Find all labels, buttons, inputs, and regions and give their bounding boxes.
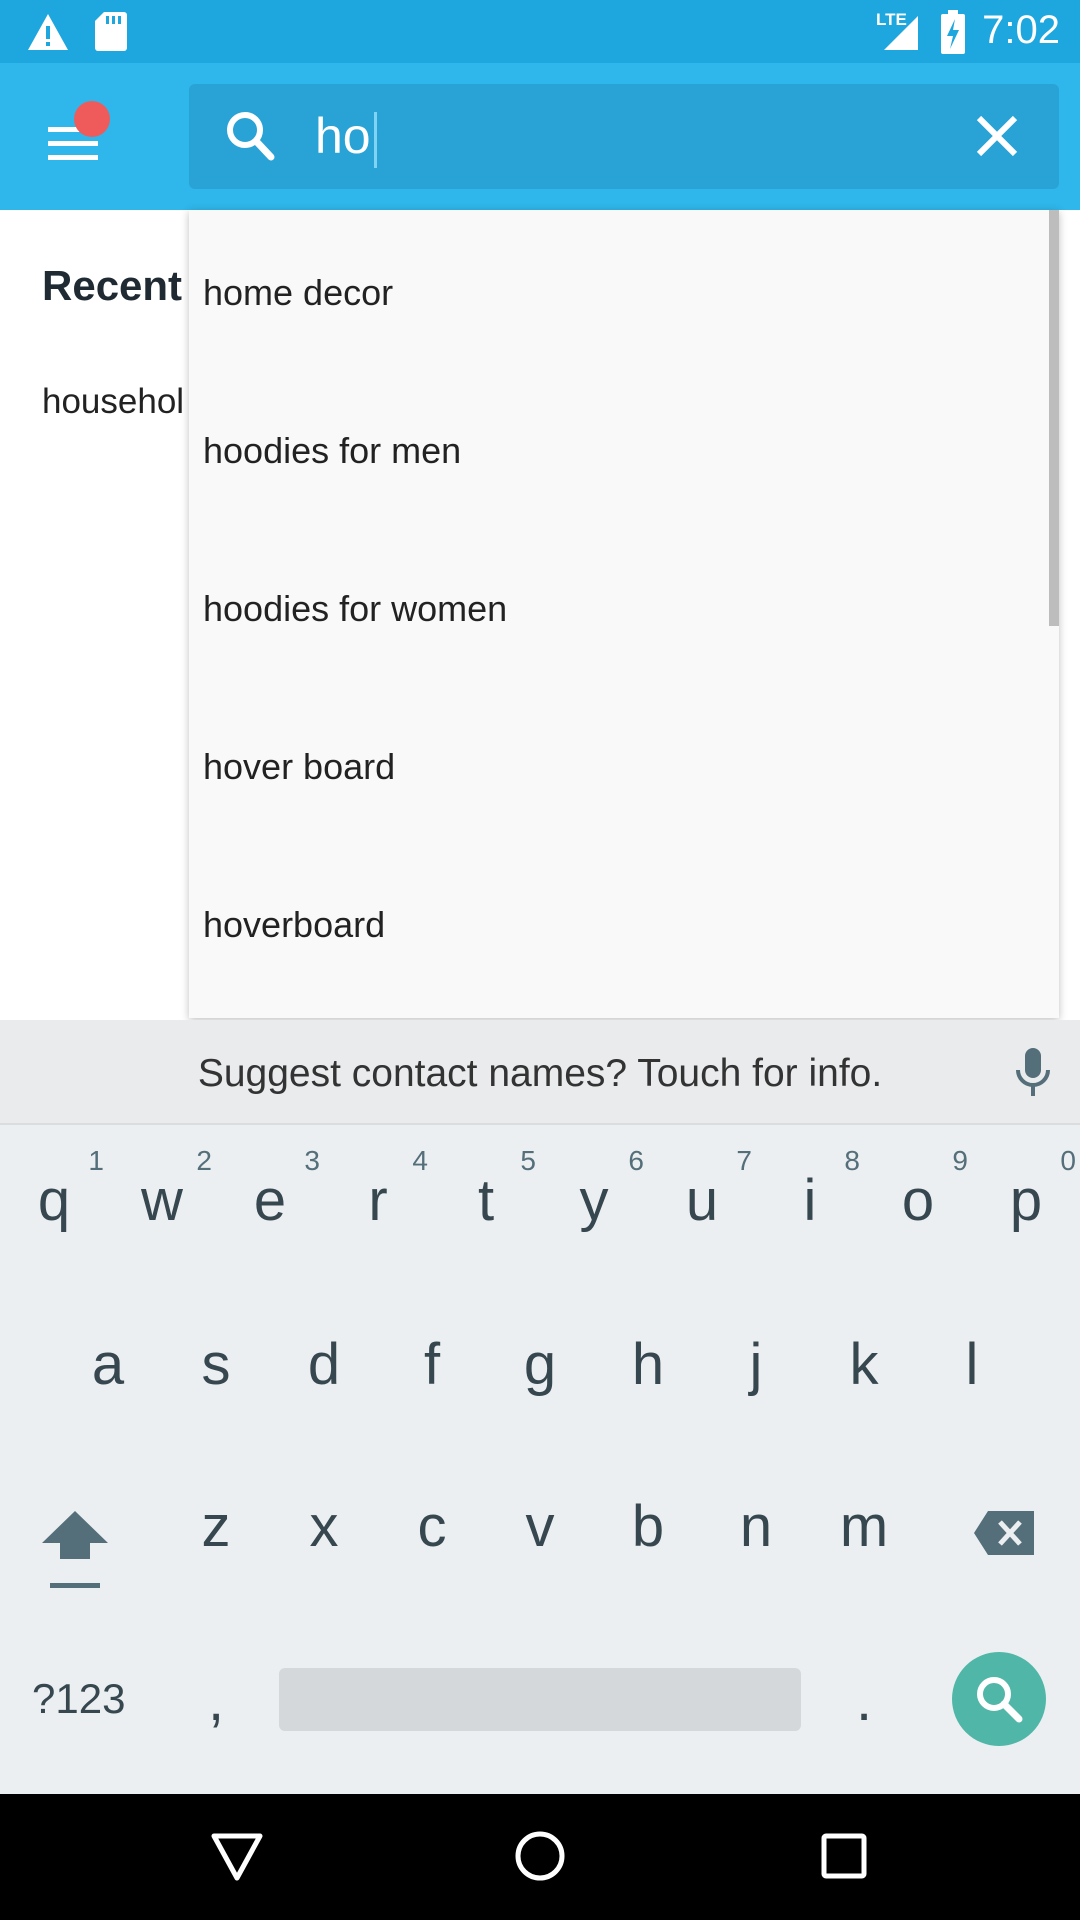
key-label: b bbox=[631, 1494, 665, 1559]
key-label: h bbox=[631, 1332, 665, 1397]
status-bar: LTE 7:02 bbox=[0, 0, 1080, 63]
microphone-icon[interactable] bbox=[1014, 1046, 1052, 1098]
key-label: g bbox=[523, 1332, 557, 1397]
key[interactable]: d bbox=[270, 1289, 378, 1429]
space-key[interactable] bbox=[279, 1668, 801, 1731]
comma-key[interactable]: , bbox=[162, 1625, 270, 1765]
key-label: v bbox=[525, 1494, 555, 1559]
suggestion-item[interactable]: hoodies for women bbox=[203, 588, 507, 630]
key[interactable]: l bbox=[918, 1289, 1026, 1429]
key-label: i bbox=[803, 1168, 817, 1233]
key-label: s bbox=[201, 1332, 231, 1397]
shift-icon[interactable] bbox=[40, 1505, 110, 1595]
search-query: ho bbox=[315, 108, 371, 164]
key-label: p bbox=[1009, 1168, 1043, 1233]
key[interactable]: x bbox=[270, 1451, 378, 1591]
key-label: e bbox=[253, 1168, 287, 1233]
key[interactable]: 8i bbox=[756, 1125, 864, 1265]
key-label: l bbox=[965, 1332, 979, 1397]
key[interactable]: z bbox=[162, 1451, 270, 1591]
key-label: , bbox=[207, 1668, 225, 1733]
search-icon bbox=[977, 1677, 1023, 1723]
recent-search-item[interactable]: househol bbox=[42, 382, 184, 422]
key[interactable]: 2w bbox=[108, 1125, 216, 1265]
key-label: x bbox=[309, 1494, 339, 1559]
suggestions-dropdown: home decor hoodies for men hoodies for w… bbox=[189, 210, 1059, 1018]
sd-card-icon bbox=[95, 12, 127, 51]
signal-icon bbox=[884, 16, 918, 50]
key[interactable]: f bbox=[378, 1289, 486, 1429]
key[interactable]: m bbox=[810, 1451, 918, 1591]
suggestion-item[interactable]: hoodies for men bbox=[203, 430, 461, 472]
key-label: r bbox=[368, 1168, 388, 1233]
key-label: a bbox=[91, 1332, 125, 1397]
key-label: u bbox=[685, 1168, 719, 1233]
key-label: w bbox=[141, 1168, 183, 1233]
key[interactable]: 1q bbox=[0, 1125, 108, 1265]
keyboard-search-button[interactable] bbox=[952, 1652, 1046, 1746]
home-icon[interactable] bbox=[514, 1830, 566, 1882]
text-cursor bbox=[373, 111, 377, 168]
key[interactable]: s bbox=[162, 1289, 270, 1429]
key-label: m bbox=[839, 1494, 889, 1559]
key[interactable]: k bbox=[810, 1289, 918, 1429]
suggestion-item[interactable]: hover board bbox=[203, 746, 395, 788]
key-label: f bbox=[423, 1332, 441, 1397]
key-label: . bbox=[855, 1668, 873, 1733]
key-label: o bbox=[901, 1168, 935, 1233]
recents-icon[interactable] bbox=[820, 1832, 868, 1880]
notification-badge bbox=[74, 101, 110, 137]
key[interactable]: a bbox=[54, 1289, 162, 1429]
keyboard: 1q 2w 3e 4r 5t 6y 7u 8i 9o 0p a s d f g … bbox=[0, 1125, 1080, 1794]
backspace-icon[interactable] bbox=[972, 1509, 1036, 1557]
scrollbar[interactable] bbox=[1049, 210, 1059, 626]
key[interactable]: c bbox=[378, 1451, 486, 1591]
key[interactable]: 9o bbox=[864, 1125, 972, 1265]
back-icon[interactable] bbox=[210, 1832, 264, 1882]
key-label: z bbox=[201, 1494, 231, 1559]
close-icon[interactable] bbox=[975, 114, 1019, 158]
key[interactable]: 4r bbox=[324, 1125, 432, 1265]
key[interactable]: h bbox=[594, 1289, 702, 1429]
key-label: k bbox=[849, 1332, 879, 1397]
key[interactable]: 7u bbox=[648, 1125, 756, 1265]
navigation-bar bbox=[0, 1794, 1080, 1920]
status-time: 7:02 bbox=[982, 8, 1060, 52]
key[interactable]: 0p bbox=[972, 1125, 1080, 1265]
symbols-key[interactable]: ?123 bbox=[32, 1675, 125, 1723]
key-label: j bbox=[749, 1332, 763, 1397]
key[interactable]: 3e bbox=[216, 1125, 324, 1265]
key[interactable]: n bbox=[702, 1451, 810, 1591]
key-label: q bbox=[37, 1168, 71, 1233]
key[interactable]: g bbox=[486, 1289, 594, 1429]
search-input[interactable]: ho bbox=[315, 104, 915, 168]
key[interactable]: 5t bbox=[432, 1125, 540, 1265]
key[interactable]: j bbox=[702, 1289, 810, 1429]
suggest-contacts-text[interactable]: Suggest contact names? Touch for info. bbox=[0, 1052, 1080, 1096]
battery-charging-icon bbox=[941, 10, 965, 54]
recent-heading: Recent bbox=[42, 262, 183, 309]
key-label: d bbox=[307, 1332, 341, 1397]
period-key[interactable]: . bbox=[810, 1625, 918, 1765]
key[interactable]: 6y bbox=[540, 1125, 648, 1265]
search-icon bbox=[227, 112, 275, 161]
suggestion-item[interactable]: home decor bbox=[203, 272, 393, 314]
key-label: n bbox=[739, 1494, 773, 1559]
keyboard-suggestion-strip[interactable]: Suggest contact names? Touch for info. bbox=[0, 1020, 1080, 1125]
key-label: y bbox=[579, 1168, 609, 1233]
suggestion-item[interactable]: hoverboard bbox=[203, 904, 385, 946]
warning-icon bbox=[28, 14, 68, 50]
key-label: t bbox=[477, 1168, 495, 1233]
key[interactable]: v bbox=[486, 1451, 594, 1591]
search-bar[interactable]: ho bbox=[189, 84, 1059, 189]
key-label: c bbox=[417, 1494, 447, 1559]
key[interactable]: b bbox=[594, 1451, 702, 1591]
